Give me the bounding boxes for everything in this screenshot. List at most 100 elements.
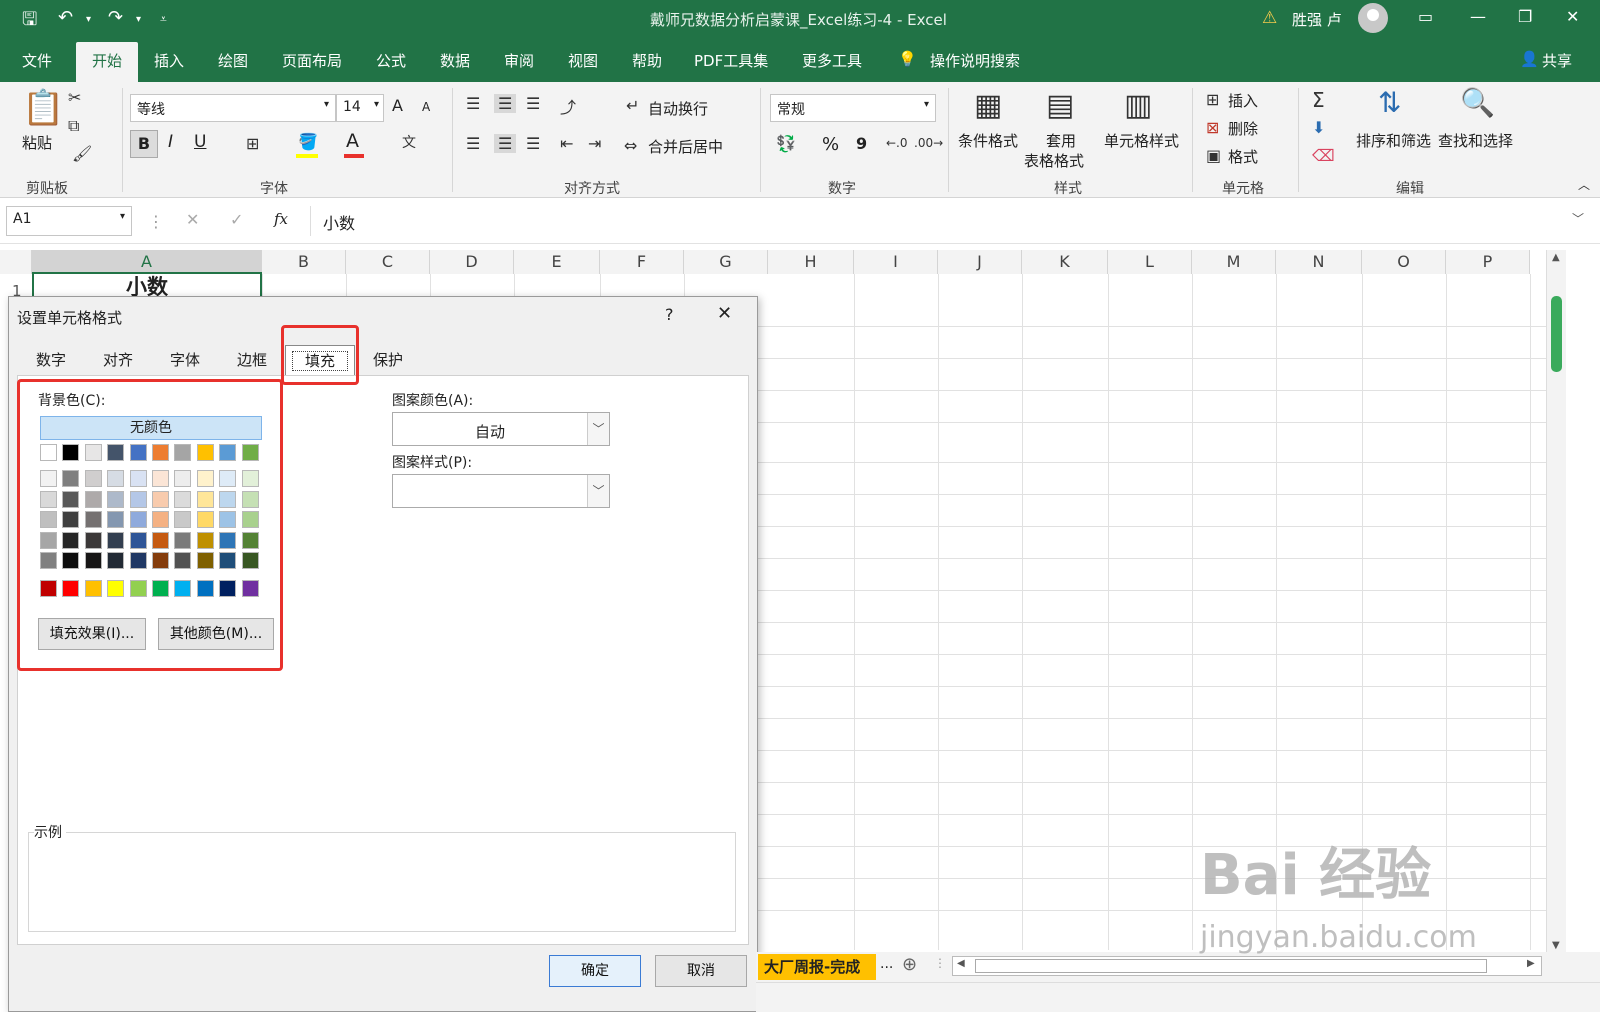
align-bottom-icon[interactable]: ☰ [526,94,540,113]
column-header-c[interactable]: C [346,250,430,274]
warning-icon[interactable]: ⚠ [1262,8,1277,28]
phonetic-icon[interactable]: 文 [402,132,416,152]
shrink-font-button[interactable]: A [422,100,430,114]
scroll-left-icon[interactable]: ◀ [957,958,965,969]
scroll-thumb[interactable] [1551,296,1562,372]
column-header-m[interactable]: M [1192,250,1276,274]
align-center-icon[interactable]: ☰ [494,134,517,153]
font-size-select[interactable]: 14 ▾ [336,94,384,122]
redo-icon[interactable]: ↷ [108,7,123,28]
decrease-decimal-icon[interactable]: .00→ [914,136,943,150]
formula-input[interactable]: 小数 [310,206,1560,236]
autosum-icon[interactable]: Σ [1312,88,1325,112]
horizontal-scroll-thumb[interactable] [975,959,1487,973]
column-header-a[interactable]: A [32,250,262,274]
tab-more-tools[interactable]: 更多工具 [802,50,862,71]
name-box-splitter-icon[interactable]: ⋮ [148,212,164,231]
column-header-p[interactable]: P [1446,250,1530,274]
format-painter-icon[interactable]: 🖌 [72,144,92,163]
column-header-i[interactable]: I [854,250,938,274]
tab-file[interactable]: 文件 [22,50,52,71]
format-as-table-button-line2[interactable]: 表格格式 [1024,150,1084,171]
vertical-scrollbar[interactable]: ▲ ▼ [1546,250,1566,958]
increase-indent-icon[interactable]: ⇥ [588,134,601,153]
undo-dropdown-icon[interactable]: ▾ [86,14,91,25]
column-header-o[interactable]: O [1362,250,1446,274]
italic-button[interactable]: I [168,132,173,152]
align-right-icon[interactable]: ☰ [526,134,540,153]
bold-button[interactable]: B [130,130,158,158]
wrap-text-button[interactable]: 自动换行 [648,98,708,119]
save-icon[interactable]: 🖫 [22,7,37,37]
undo-icon[interactable]: ↶ [58,7,73,28]
comma-button[interactable]: 9 [856,134,867,153]
scroll-up-icon[interactable]: ▲ [1552,252,1560,263]
align-middle-icon[interactable]: ☰ [494,94,517,113]
more-sheets-button[interactable]: ... [880,956,893,972]
insert-cells-button[interactable]: 插入 [1228,90,1258,111]
tab-page-layout[interactable]: 页面布局 [282,50,342,71]
tab-alignment[interactable]: 对齐 [85,345,151,377]
tab-home[interactable]: 开始 [76,42,139,82]
tab-formulas[interactable]: 公式 [376,50,406,71]
cancel-button[interactable]: 取消 [655,955,747,987]
increase-decimal-icon[interactable]: ←.0 [886,136,908,150]
restore-icon[interactable]: ❐ [1518,7,1532,26]
font-color-button[interactable]: A [346,130,359,152]
column-header-e[interactable]: E [514,250,600,274]
column-header-g[interactable]: G [684,250,768,274]
align-left-icon[interactable]: ☰ [466,134,480,153]
underline-button[interactable]: U [194,132,206,152]
border-icon[interactable]: ⊞ [246,134,259,153]
fill-icon[interactable]: ⬇ [1312,118,1325,137]
column-header-b[interactable]: B [262,250,346,274]
find-select-button[interactable]: 查找和选择 [1438,130,1513,151]
ribbon-display-icon[interactable]: ▭ [1418,7,1433,26]
pattern-color-select[interactable]: 自动 ﹀ [392,412,610,446]
redo-dropdown-icon[interactable]: ▾ [136,14,141,25]
dialog-help-button[interactable]: ? [665,305,674,324]
tab-pdf-tools[interactable]: PDF工具集 [694,50,768,71]
tab-help[interactable]: 帮助 [632,50,662,71]
insert-function-button[interactable]: fx [274,210,288,228]
tab-number[interactable]: 数字 [17,345,85,377]
column-header-k[interactable]: K [1022,250,1108,274]
format-as-table-button-line1[interactable]: 套用 [1046,130,1076,151]
confirm-entry-icon[interactable]: ✓ [230,210,243,229]
tab-view[interactable]: 视图 [568,50,598,71]
tab-review[interactable]: 审阅 [504,50,534,71]
font-name-select[interactable]: 等线 ▾ [130,94,336,122]
cut-icon[interactable]: ✂ [68,88,81,107]
collapse-ribbon-icon[interactable]: ︿ [1578,176,1590,193]
share-button[interactable]: 共享 [1542,50,1572,71]
horizontal-scrollbar[interactable]: ◀ ▶ [952,956,1542,976]
scroll-down-icon[interactable]: ▼ [1552,940,1560,951]
conditional-format-button[interactable]: 条件格式 [958,130,1018,151]
tab-protection[interactable]: 保护 [355,345,421,377]
merge-center-button[interactable]: 合并后居中 [648,136,723,157]
name-box[interactable]: A1 ▾ [6,206,132,236]
expand-formula-icon[interactable]: ﹀ [1572,210,1584,227]
tab-splitter-icon[interactable]: ⋮ [934,956,946,970]
user-name[interactable]: 胜强 卢 [1292,9,1342,30]
delete-cells-button[interactable]: 删除 [1228,118,1258,139]
paste-icon[interactable]: 📋 [22,88,64,128]
tab-font[interactable]: 字体 [151,345,219,377]
avatar[interactable] [1358,3,1388,33]
fill-color-icon[interactable]: 🪣 [298,132,318,151]
format-cells-button[interactable]: 格式 [1228,146,1258,167]
dialog-close-icon[interactable]: ✕ [717,303,732,324]
orientation-icon[interactable]: ⤴ [560,94,576,118]
cell-a1[interactable]: 小数 [32,272,262,299]
column-header-n[interactable]: N [1276,250,1362,274]
tab-data[interactable]: 数据 [440,50,470,71]
tab-insert[interactable]: 插入 [154,50,184,71]
column-header-l[interactable]: L [1108,250,1192,274]
tab-draw[interactable]: 绘图 [218,50,248,71]
customize-qat-icon[interactable]: ⩡ [160,12,167,27]
column-header-f[interactable]: F [600,250,684,274]
sheet-tab[interactable]: 大厂周报-完成 [758,954,876,980]
align-top-icon[interactable]: ☰ [466,94,480,113]
tell-me-search[interactable]: 操作说明搜索 [930,50,1020,71]
scroll-right-icon[interactable]: ▶ [1527,958,1535,969]
